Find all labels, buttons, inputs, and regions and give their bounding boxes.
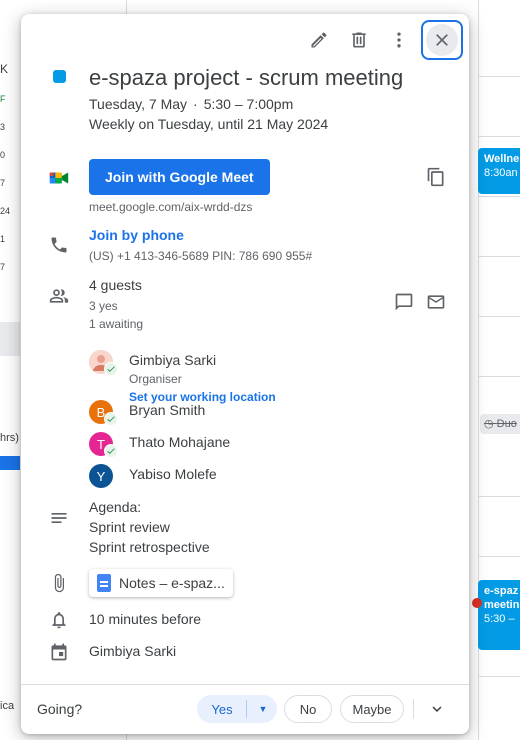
calendar-owner: Gimbiya Sarki xyxy=(89,643,177,659)
sidebar-label: hrs) xyxy=(0,432,19,444)
mini-calendar-day[interactable]: 7 xyxy=(0,262,5,272)
going-label: Going? xyxy=(37,701,83,717)
sidebar-selected-item[interactable] xyxy=(0,322,20,356)
rsvp-maybe-button[interactable]: Maybe xyxy=(340,695,404,723)
more-options-button[interactable] xyxy=(381,22,417,58)
accepted-check-icon xyxy=(104,412,118,426)
chat-icon xyxy=(395,293,413,311)
edit-button[interactable] xyxy=(301,22,337,58)
mini-calendar-label: F xyxy=(0,94,6,104)
join-by-phone-link[interactable]: Join by phone xyxy=(89,225,449,245)
message-guests-button[interactable] xyxy=(392,290,416,314)
dialog-toolbar xyxy=(301,20,463,60)
guest-role: Organiser xyxy=(129,372,182,386)
rsvp-yes-button[interactable]: Yes ▼ xyxy=(197,695,277,723)
mini-calendar-day[interactable]: 1 xyxy=(0,234,5,244)
rsvp-footer: Going? Yes ▼ No Maybe xyxy=(21,684,469,734)
check-circle-icon: ◷ xyxy=(484,418,494,430)
bell-icon xyxy=(47,608,71,632)
mini-calendar-day[interactable]: 0 xyxy=(0,150,5,160)
guest-name: Thato Mohajane xyxy=(129,434,231,450)
close-icon xyxy=(436,34,448,46)
more-vertical-icon xyxy=(397,32,401,48)
close-button[interactable] xyxy=(421,20,463,60)
pencil-icon xyxy=(311,32,327,48)
guest-name: Bryan Smith xyxy=(129,402,206,418)
accepted-check-icon xyxy=(104,444,118,458)
calendar-icon xyxy=(47,640,71,664)
mini-calendar-label: K xyxy=(0,62,9,76)
phone-icon xyxy=(47,233,71,257)
calendar-event-wellness[interactable]: Wellne 8:30an xyxy=(478,148,520,194)
guest-item[interactable]: Y Yabiso Molefe xyxy=(89,462,449,490)
event-time: 5:30 – 7:00pm xyxy=(203,96,294,112)
attachment-name: Notes – e-spaz... xyxy=(119,575,225,591)
avatar: Y xyxy=(89,464,113,488)
guest-item[interactable]: B Bryan Smith xyxy=(89,398,449,426)
current-time-dot xyxy=(472,598,482,608)
event-datetime: Tuesday, 7 May · 5:30 – 7:00pm xyxy=(89,96,294,112)
guest-item[interactable]: Gimbiya Sarki Organiser Set your working… xyxy=(89,348,449,404)
meet-url: meet.google.com/aix-wrdd-dzs xyxy=(89,200,253,214)
attachment-icon xyxy=(47,571,71,595)
copy-button[interactable] xyxy=(424,165,448,189)
mini-calendar-day[interactable]: 7 xyxy=(0,178,5,188)
mail-icon xyxy=(427,295,445,309)
google-meet-icon xyxy=(47,166,71,190)
mini-calendar-day[interactable]: 3 xyxy=(0,122,5,132)
event-date: Tuesday, 7 May xyxy=(89,96,188,112)
delete-button[interactable] xyxy=(341,22,377,58)
guest-name: Gimbiya Sarki xyxy=(129,352,217,368)
event-detail-dialog: e-spaza project - scrum meeting Tuesday,… xyxy=(21,14,469,734)
event-title: e-spaza project - scrum meeting xyxy=(89,65,404,90)
reminder-text: 10 minutes before xyxy=(89,611,202,627)
mini-calendar-day[interactable]: 24 xyxy=(0,206,10,216)
attachment-chip[interactable]: Notes – e-spaz... xyxy=(89,569,233,597)
rsvp-no-button[interactable]: No xyxy=(284,695,332,723)
calendar-event-scrum[interactable]: e-spaz meetin 5:30 – xyxy=(478,580,520,650)
phone-details: (US) +1 413-346-5689 PIN: 786 690 955# xyxy=(89,249,313,263)
email-guests-button[interactable] xyxy=(424,290,448,314)
description-icon xyxy=(47,506,71,530)
event-recurrence: Weekly on Tuesday, until 21 May 2024 xyxy=(89,116,329,132)
more-rsvp-button[interactable] xyxy=(425,697,449,721)
accepted-check-icon xyxy=(104,362,118,376)
guests-icon xyxy=(47,284,71,308)
guest-name: Yabiso Molefe xyxy=(129,466,217,482)
calendar-task-done[interactable]: ◷ Duo xyxy=(480,414,520,434)
join-meet-button[interactable]: Join with Google Meet xyxy=(89,159,270,195)
trash-icon xyxy=(352,32,366,48)
sidebar-progress xyxy=(0,456,20,470)
chevron-down-icon xyxy=(432,706,442,712)
sidebar-label: ica xyxy=(0,700,15,712)
guests-awaiting: 1 awaiting xyxy=(89,317,144,331)
copy-icon xyxy=(427,167,444,187)
guest-item[interactable]: T Thato Mohajane xyxy=(89,430,449,458)
event-description: Agenda: Sprint review Sprint retrospecti… xyxy=(89,499,210,555)
event-color-square xyxy=(53,70,66,83)
caret-down-icon[interactable]: ▼ xyxy=(250,704,276,714)
google-docs-icon xyxy=(97,574,111,592)
